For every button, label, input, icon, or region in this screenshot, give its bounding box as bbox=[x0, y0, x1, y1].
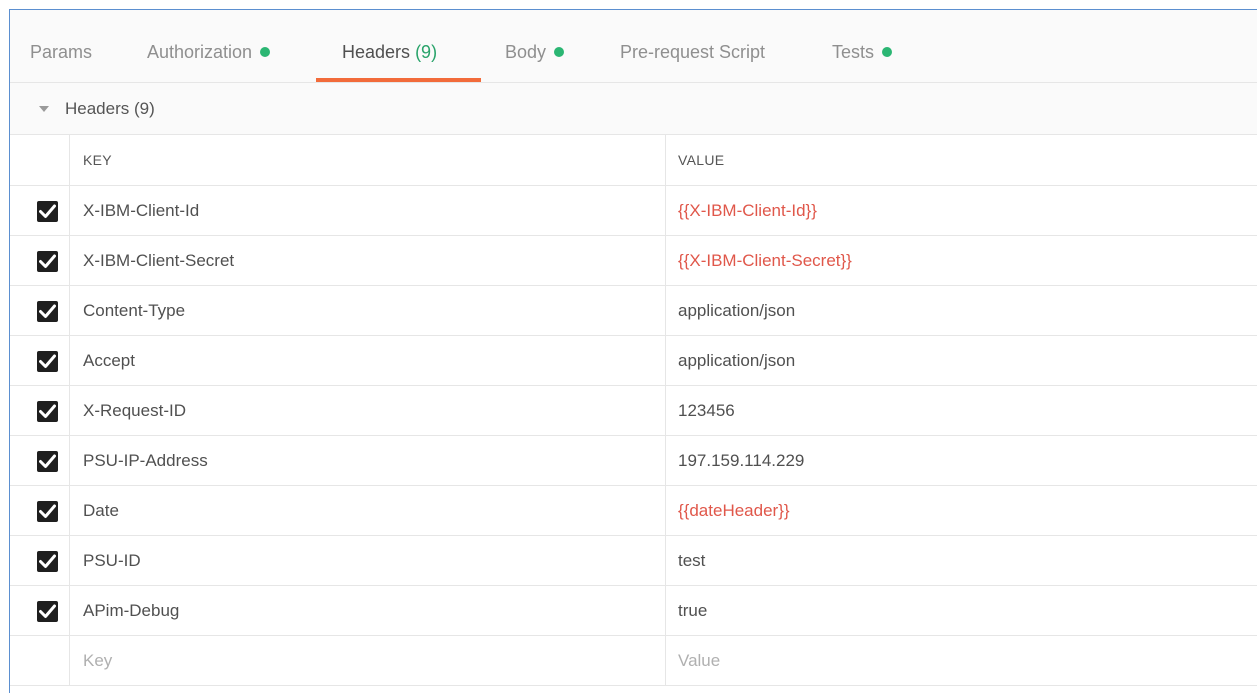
column-divider bbox=[665, 186, 666, 235]
checkmark-icon bbox=[39, 204, 56, 218]
header-key[interactable]: Date bbox=[83, 486, 119, 535]
tab-label: Tests bbox=[832, 42, 875, 62]
header-key[interactable]: X-Request-ID bbox=[83, 386, 186, 435]
checkmark-icon bbox=[39, 304, 56, 318]
row-enabled-checkbox[interactable] bbox=[37, 451, 58, 472]
table-row: APim-Debug true bbox=[10, 586, 1257, 636]
checkmark-icon bbox=[39, 254, 56, 268]
header-value[interactable]: true bbox=[678, 586, 707, 635]
table-row: X-IBM-Client-Secret {{X-IBM-Client-Secret… bbox=[10, 236, 1257, 286]
tab-authorization[interactable]: Authorization bbox=[147, 10, 271, 83]
column-header-value: VALUE bbox=[678, 152, 725, 168]
column-divider bbox=[665, 536, 666, 585]
tab-pre-request-script[interactable]: Pre-request Script bbox=[620, 10, 765, 83]
column-divider bbox=[665, 636, 666, 685]
checkbox-column-header bbox=[10, 135, 70, 185]
column-divider bbox=[665, 436, 666, 485]
column-divider bbox=[665, 286, 666, 335]
section-title: Headers (9) bbox=[65, 99, 155, 118]
column-divider bbox=[665, 336, 666, 385]
header-value[interactable]: 123456 bbox=[678, 386, 735, 435]
header-value[interactable]: {{X-IBM-Client-Id}} bbox=[678, 186, 817, 235]
checkmark-icon bbox=[39, 354, 56, 368]
header-value[interactable]: 197.159.114.229 bbox=[678, 436, 804, 485]
table-row: X-Request-ID 123456 bbox=[10, 386, 1257, 436]
caret-down-icon[interactable] bbox=[39, 106, 49, 112]
header-key[interactable]: X-IBM-Client-Id bbox=[83, 186, 199, 235]
checkbox-cell bbox=[10, 186, 70, 235]
table-row: Date {{dateHeader}} bbox=[10, 486, 1257, 536]
table-row: X-IBM-Client-Id {{X-IBM-Client-Id}} bbox=[10, 186, 1257, 236]
header-key[interactable]: Content-Type bbox=[83, 286, 185, 335]
header-value[interactable]: application/json bbox=[678, 336, 795, 385]
header-value[interactable]: {{X-IBM-Client-Secret}} bbox=[678, 236, 852, 285]
checkbox-cell bbox=[10, 236, 70, 285]
tab-params[interactable]: Params bbox=[30, 10, 92, 83]
header-value[interactable]: {{dateHeader}} bbox=[678, 486, 790, 535]
header-key[interactable]: PSU-ID bbox=[83, 536, 141, 585]
table-row: Accept application/json bbox=[10, 336, 1257, 386]
request-editor-panel: Params Authorization Headers (9) Body Pr… bbox=[9, 9, 1257, 693]
row-enabled-checkbox[interactable] bbox=[37, 401, 58, 422]
checkbox-cell bbox=[10, 536, 70, 585]
header-key[interactable]: APim-Debug bbox=[83, 586, 179, 635]
row-enabled-checkbox[interactable] bbox=[37, 251, 58, 272]
column-divider bbox=[665, 135, 666, 185]
column-divider bbox=[665, 236, 666, 285]
row-enabled-checkbox[interactable] bbox=[37, 551, 58, 572]
checkmark-icon bbox=[39, 504, 56, 518]
tab-label: Authorization bbox=[147, 42, 253, 62]
status-dot-icon bbox=[260, 47, 271, 57]
request-tabs: Params Authorization Headers (9) Body Pr… bbox=[10, 10, 1257, 83]
column-divider bbox=[665, 386, 666, 435]
value-input[interactable]: Value bbox=[678, 636, 720, 685]
column-divider bbox=[665, 486, 666, 535]
checkbox-cell bbox=[10, 336, 70, 385]
tab-label: Headers bbox=[342, 42, 411, 62]
column-header-key: KEY bbox=[83, 152, 112, 168]
header-key[interactable]: Accept bbox=[83, 336, 135, 385]
headers-section-toggle[interactable]: Headers (9) bbox=[10, 83, 1257, 135]
table-row: PSU-ID test bbox=[10, 536, 1257, 586]
row-enabled-checkbox[interactable] bbox=[37, 351, 58, 372]
checkbox-cell bbox=[10, 586, 70, 635]
tab-label: Body bbox=[505, 42, 547, 62]
checkbox-cell bbox=[10, 386, 70, 435]
tab-label: Params bbox=[30, 42, 93, 62]
row-enabled-checkbox[interactable] bbox=[37, 201, 58, 222]
active-tab-indicator bbox=[316, 78, 481, 82]
header-key[interactable]: X-IBM-Client-Secret bbox=[83, 236, 234, 285]
table-row: Content-Type application/json bbox=[10, 286, 1257, 336]
table-header-row: KEY VALUE bbox=[10, 135, 1257, 186]
header-key[interactable]: PSU-IP-Address bbox=[83, 436, 208, 485]
tab-count-badge: (9) bbox=[415, 42, 438, 62]
checkbox-cell bbox=[10, 286, 70, 335]
tab-headers[interactable]: Headers (9) bbox=[342, 10, 437, 83]
table-row: PSU-IP-Address 197.159.114.229 bbox=[10, 436, 1257, 486]
row-enabled-checkbox[interactable] bbox=[37, 501, 58, 522]
tab-tests[interactable]: Tests bbox=[832, 10, 893, 83]
checkbox-cell bbox=[10, 636, 70, 685]
checkmark-icon bbox=[39, 454, 56, 468]
checkmark-icon bbox=[39, 604, 56, 618]
row-enabled-checkbox[interactable] bbox=[37, 601, 58, 622]
checkbox-cell bbox=[10, 486, 70, 535]
header-value[interactable]: application/json bbox=[678, 286, 795, 335]
header-value[interactable]: test bbox=[678, 536, 705, 585]
column-divider bbox=[665, 586, 666, 635]
headers-table: KEY VALUE X-IBM-Client-Id {{X-IBM-Client-… bbox=[10, 135, 1257, 686]
checkbox-cell bbox=[10, 436, 70, 485]
status-dot-icon bbox=[882, 47, 893, 57]
row-enabled-checkbox[interactable] bbox=[37, 301, 58, 322]
checkmark-icon bbox=[39, 554, 56, 568]
checkmark-icon bbox=[39, 404, 56, 418]
tab-label: Pre-request Script bbox=[620, 42, 766, 62]
status-dot-icon bbox=[554, 47, 565, 57]
tab-body[interactable]: Body bbox=[505, 10, 565, 83]
new-header-row: Key Value bbox=[10, 636, 1257, 686]
key-input[interactable]: Key bbox=[83, 636, 112, 685]
